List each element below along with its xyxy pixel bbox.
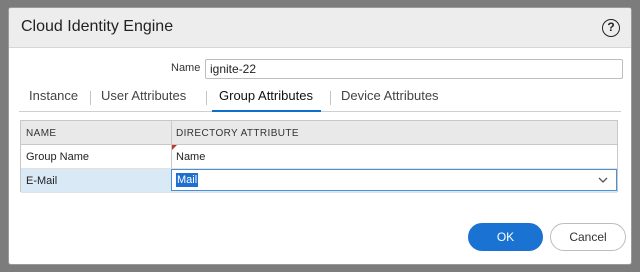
- tab-separator: [330, 91, 331, 105]
- table-row[interactable]: E-Mail Mail: [21, 169, 617, 193]
- dialog-title: Cloud Identity Engine: [21, 18, 174, 35]
- ok-button[interactable]: OK: [468, 223, 543, 251]
- tab-group-attributes[interactable]: Group Attributes: [219, 88, 313, 110]
- tab-user-attributes[interactable]: User Attributes: [101, 88, 186, 110]
- table-row[interactable]: Group Name Name: [21, 145, 617, 169]
- grid-header: NAME DIRECTORY ATTRIBUTE: [21, 121, 617, 145]
- name-input[interactable]: [205, 59, 623, 79]
- chevron-down-icon[interactable]: [596, 173, 610, 187]
- tab-instance[interactable]: Instance: [29, 88, 78, 110]
- name-label: Name: [171, 62, 201, 74]
- tab-separator: [206, 91, 207, 105]
- column-header-directory-attribute[interactable]: DIRECTORY ATTRIBUTE: [176, 128, 299, 139]
- cell-directory-attribute[interactable]: Name: [176, 151, 205, 163]
- select-value: Mail: [176, 173, 199, 187]
- cell-name: E-Mail: [26, 175, 58, 187]
- cancel-button[interactable]: Cancel: [550, 223, 626, 251]
- attributes-grid: NAME DIRECTORY ATTRIBUTE Group Name Name…: [20, 120, 618, 193]
- help-icon[interactable]: ?: [602, 19, 620, 37]
- cell-name: Group Name: [26, 151, 89, 163]
- modified-marker: [172, 145, 177, 150]
- tab-separator: [90, 91, 91, 105]
- directory-attribute-select[interactable]: Mail: [171, 169, 617, 191]
- tab-bar: Instance User Attributes Group Attribute…: [19, 86, 621, 112]
- column-divider: [171, 145, 172, 168]
- column-divider[interactable]: [171, 121, 172, 144]
- active-tab-indicator: [212, 110, 321, 112]
- column-header-name[interactable]: NAME: [26, 128, 57, 139]
- cloud-identity-engine-dialog: Cloud Identity Engine ? Name Instance Us…: [8, 7, 632, 265]
- name-row: Name: [9, 59, 631, 79]
- tab-device-attributes[interactable]: Device Attributes: [341, 88, 439, 110]
- dialog-header: Cloud Identity Engine ?: [9, 8, 631, 48]
